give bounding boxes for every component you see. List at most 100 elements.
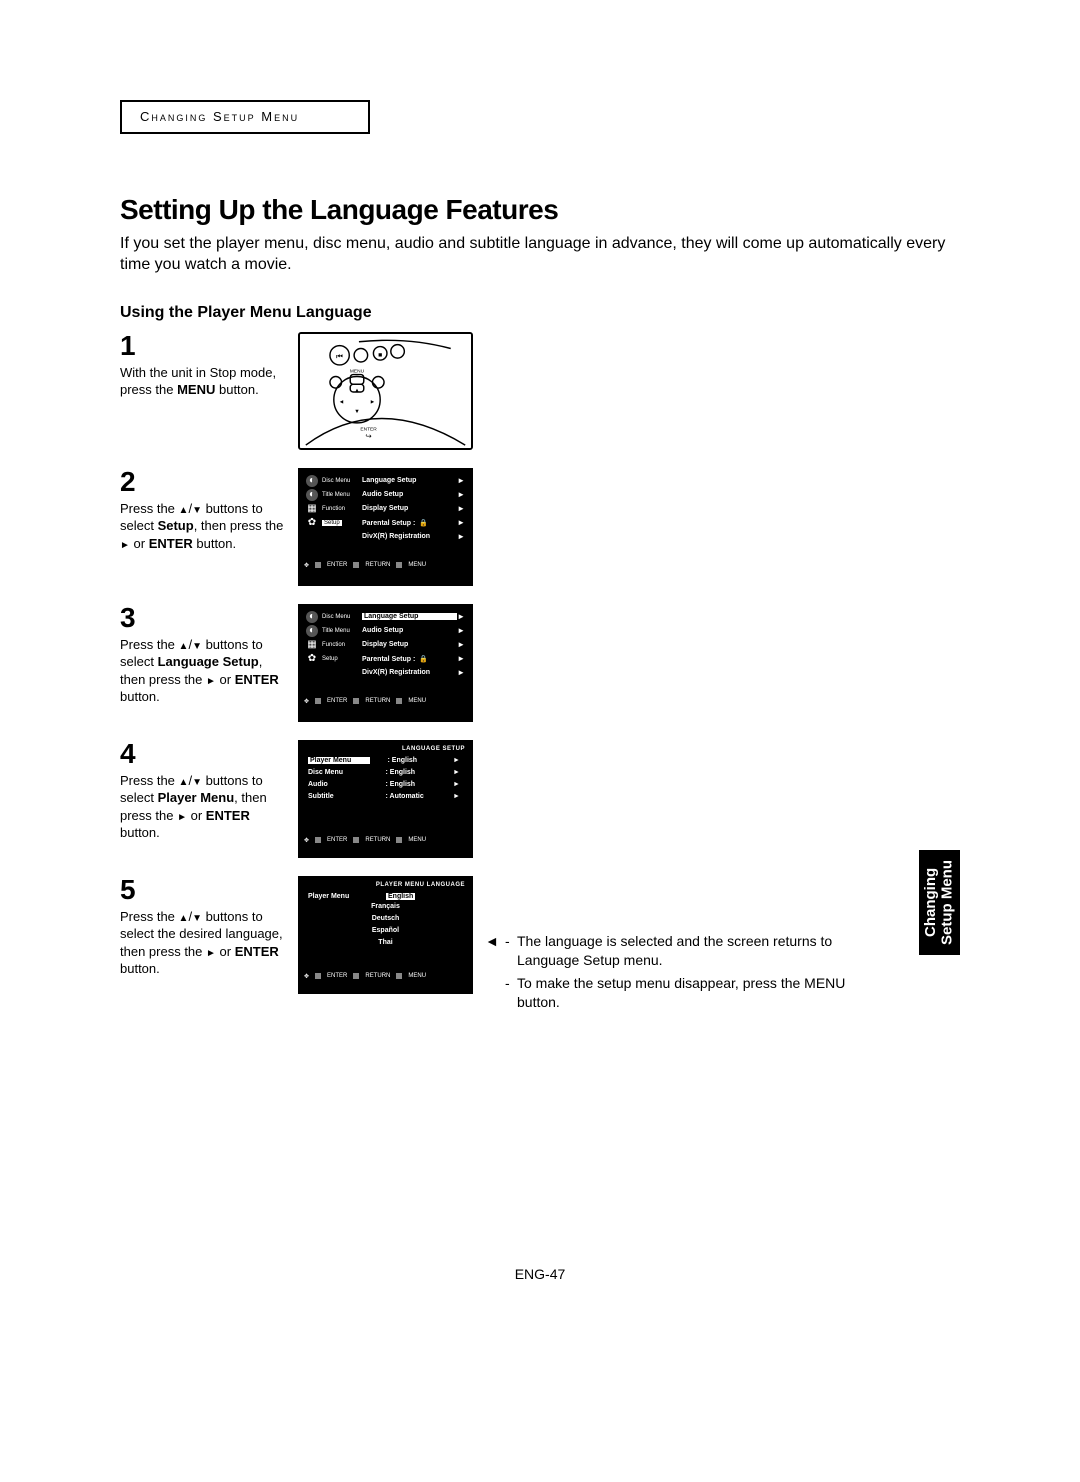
note-text: To make the setup menu disappear, press … [517,974,875,1012]
text-bold: Language Setup [158,654,259,669]
step-text: 2 Press the / buttons to select Setup, t… [120,468,290,553]
disc-icon: ◐ [306,611,318,623]
osd-row: DivX(R) Registration ► [302,666,469,680]
right-arrow-icon [206,944,216,959]
footer-label: RETURN [365,837,390,843]
step-text: 3 Press the / buttons to select Language… [120,604,290,706]
footer-label: RETURN [365,562,390,568]
lang-label-selected: Player Menu [308,757,370,764]
text: Press the [120,501,179,516]
down-arrow-icon [192,637,202,652]
arrow-icon: ► [457,654,465,663]
lang-option: Thai [302,939,469,951]
text: button. [120,825,160,840]
footer-label: ENTER [327,698,347,704]
page-number: ENG-47 [0,1266,1080,1282]
osd-footer: ✥ ENTER RETURN MENU [302,833,469,844]
footer-label: ENTER [327,973,347,979]
step-number: 2 [120,468,290,496]
arrow-icon: ► [457,532,465,541]
remote-drawing: ⏮ ■ MENU ▲ [300,334,471,448]
osd-row: ◐Title Menu Audio Setup ► [302,488,469,502]
arrow-icon: ► [453,793,463,800]
osd-row: ◐Disc Menu Language Setup ► [302,474,469,488]
osd-footer: ✥ ENTER RETURN MENU [302,694,469,705]
menu-item: Display Setup [362,505,457,512]
nav-icon: ✥ [304,562,309,569]
text-bold: ENTER [206,808,250,823]
text: , then press the [194,518,284,533]
text-bold: ENTER [149,536,193,551]
text: or [130,536,149,551]
step-number: 1 [120,332,290,360]
right-arrow-icon [206,672,216,687]
arrow-icon: ► [457,476,465,485]
note-row: ◄ - The language is selected and the scr… [485,932,875,970]
text-bold: ENTER [235,672,279,687]
svg-text:▲: ▲ [354,388,360,394]
menu-item: Audio Setup [362,627,457,634]
steps-container: 1 With the unit in Stop mode, press the … [120,332,980,994]
square-icon [353,837,359,843]
text: Press the [120,773,179,788]
step-3: 3 Press the / buttons to select Language… [120,604,980,722]
function-icon: ▦ [306,639,318,651]
square-icon [396,698,402,704]
lang-label: Subtitle [308,793,366,800]
subheading: Using the Player Menu Language [120,304,980,322]
footer-label: MENU [408,698,426,704]
lang-label: Disc Menu [308,769,366,776]
lang-row: Player Menu English [302,891,469,903]
text-bold: Player Menu [158,790,235,805]
left-arrow-icon: ◄ [485,932,505,951]
menu-item: DivX(R) Registration [362,669,457,676]
footer-label: MENU [408,562,426,568]
lang-option: Français [302,903,469,915]
menu-label: MENU [350,368,365,374]
square-icon [396,837,402,843]
lang-row: Audio : English ► [302,779,469,791]
side-tab-line: Changing [922,868,939,937]
disc-icon: ◐ [306,489,318,501]
osd-row: ◐Disc Menu Language Setup ► [302,610,469,624]
osd-screen-setup: ◐Disc Menu Language Setup ► ◐Title Menu … [298,468,473,586]
osd-title: LANGUAGE SETUP [302,746,469,755]
lang-value: : Automatic [386,793,434,800]
up-arrow-icon [179,637,189,652]
svg-text:■: ■ [378,352,382,359]
svg-text:⏮: ⏮ [336,352,343,361]
lang-label: Audio [308,781,366,788]
menu-item: Audio Setup [362,491,457,498]
menu-item: Language Setup [362,477,457,484]
menu-item: Display Setup [362,641,457,648]
lock-icon: 🔒 [419,656,428,663]
disc-icon: ◐ [306,625,318,637]
svg-text:◄: ◄ [339,399,345,405]
text: Press the [120,637,179,652]
lang-row: Player Menu : English ► [302,755,469,767]
sidebar-label: Setup [322,656,338,662]
footer-label: RETURN [365,698,390,704]
down-arrow-icon [192,909,202,924]
arrow-icon: ► [453,769,463,776]
step-2: 2 Press the / buttons to select Setup, t… [120,468,980,586]
osd-row: ◐Title Menu Audio Setup ► [302,624,469,638]
arrow-icon: ► [457,626,465,635]
arrow-icon: ► [457,612,465,621]
section-header-box: Changing Setup Menu [120,100,370,134]
sidebar-label: Title Menu [322,492,350,498]
side-tab: Changing Setup Menu [919,850,960,955]
notes-block: ◄ - The language is selected and the scr… [485,932,875,1016]
osd-row: DivX(R) Registration ► [302,530,469,544]
sidebar-label: Disc Menu [322,614,350,620]
setup-icon: ✿ [306,653,318,665]
osd-row: ✿Setup Parental Setup : 🔒 ► [302,652,469,666]
lang-option-selected: English [386,893,415,900]
osd-footer: ✥ ENTER RETURN MENU [302,969,469,980]
text: button. [215,382,258,397]
svg-text:▼: ▼ [354,409,360,415]
osd-screen-language-setup-list: LANGUAGE SETUP Player Menu : English ► D… [298,740,473,858]
menu-item: DivX(R) Registration [362,533,457,540]
setup-icon: ✿ [306,517,318,529]
up-arrow-icon [179,773,189,788]
